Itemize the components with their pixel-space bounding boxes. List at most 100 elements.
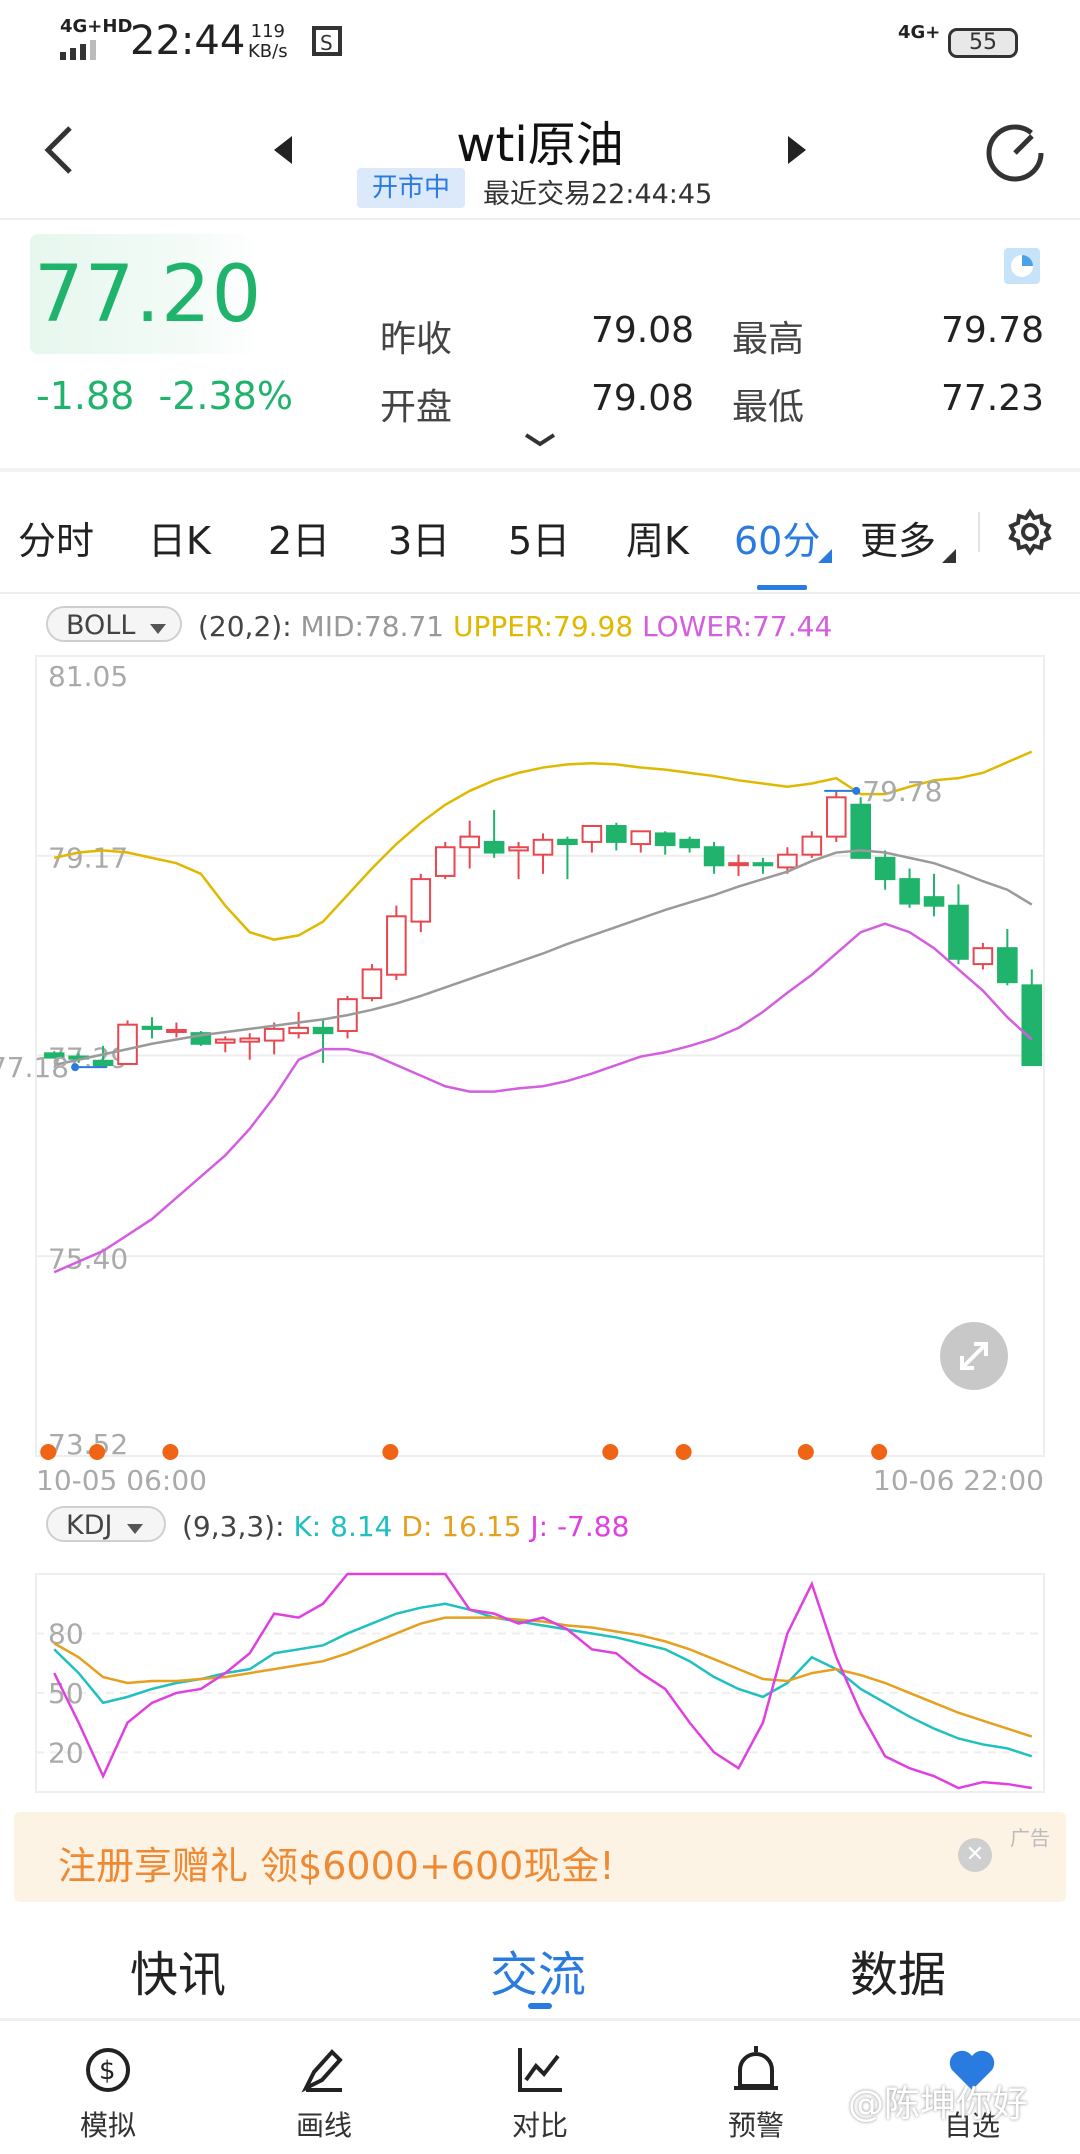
candle — [777, 853, 798, 869]
more-dropdown-icon — [942, 548, 956, 567]
min-label: 77.18 — [0, 1051, 69, 1084]
candle — [483, 840, 505, 854]
tab-discussion[interactable]: 交流 — [490, 1935, 586, 2005]
candle — [948, 904, 969, 960]
signal-icon — [60, 40, 104, 64]
tab-2-day[interactable]: 2日 — [268, 510, 330, 565]
fullscreen-button[interactable] — [940, 1322, 1008, 1390]
kdj-chart[interactable]: 80 50 20 — [0, 1560, 1080, 1800]
event-dot — [797, 1444, 814, 1460]
expand-chevron-icon[interactable] — [524, 432, 556, 452]
x-tick-label: 10-06 22:00 — [873, 1464, 1044, 1490]
max-marker-dot — [852, 786, 861, 795]
min-marker-dot — [71, 1063, 80, 1072]
x-tick-label: 10-05 06:00 — [36, 1464, 207, 1490]
speed-value: 119 — [250, 21, 285, 42]
nav-alert[interactable]: 预警 — [696, 2104, 816, 2144]
tab-3-day[interactable]: 3日 — [388, 510, 450, 565]
kdj-d-line — [53, 1616, 1033, 1738]
candle — [825, 796, 847, 838]
event-dot — [602, 1444, 619, 1460]
candle — [312, 1026, 334, 1035]
svg-text:$: $ — [99, 2056, 116, 2086]
expand-icon — [960, 1342, 988, 1370]
tab-news[interactable]: 快讯 — [130, 1935, 226, 2005]
ad-text[interactable]: 注册享赠礼 领$6000+600现金! — [58, 1835, 615, 1890]
candle — [557, 838, 578, 846]
candle — [459, 835, 480, 849]
candlestick-chart[interactable]: 81.0579.1777.2975.4073.5279.7877.1810-05… — [0, 640, 1080, 1490]
open-label: 开盘 — [380, 387, 453, 428]
candle — [679, 838, 700, 849]
max-label: 79.78 — [862, 775, 942, 808]
candle — [606, 824, 627, 843]
candle — [972, 947, 994, 966]
boll-params: (20,2): — [198, 610, 292, 643]
nav-compare[interactable]: 对比 — [480, 2104, 600, 2144]
candle — [728, 862, 749, 867]
indicator-selector-boll[interactable]: BOLL — [46, 606, 182, 642]
divider — [978, 512, 980, 552]
network-right: 4G+ — [898, 22, 941, 43]
compare-icon[interactable] — [480, 2040, 600, 2104]
y-tick-label: 80 — [48, 1617, 84, 1650]
tab-weekly-k[interactable]: 周K — [626, 510, 689, 565]
candle — [166, 1028, 187, 1033]
divider — [0, 468, 1080, 472]
nav-simulate[interactable]: 模拟 — [48, 2104, 168, 2144]
kdj-k: K: 8.14 — [293, 1510, 393, 1543]
alert-bell-icon[interactable] — [696, 2040, 816, 2104]
candle — [239, 1037, 261, 1043]
indicator-selector-kdj[interactable]: KDJ — [46, 1506, 166, 1542]
boll-lower: LOWER:77.44 — [642, 610, 833, 643]
simulate-icon[interactable]: $ — [48, 2040, 168, 2104]
settings-gear-icon[interactable] — [1006, 508, 1054, 560]
candle — [410, 878, 432, 923]
change-percent: -2.38% — [158, 374, 293, 418]
candle — [288, 1026, 309, 1035]
market-status-badge: 开市中 — [357, 168, 465, 208]
high-label: 最高 — [732, 319, 805, 360]
next-instrument-icon[interactable] — [786, 134, 808, 170]
candle — [92, 1059, 114, 1067]
watermark: @陈坤你好 — [848, 2084, 1029, 2125]
tab-daily-k[interactable]: 日K — [148, 510, 211, 565]
y-tick-label: 79.17 — [48, 842, 128, 875]
refresh-icon[interactable] — [982, 120, 1048, 190]
candle — [434, 846, 456, 877]
open-value: 79.08 — [590, 378, 694, 419]
nav-draw-line[interactable]: 画线 — [264, 2104, 384, 2144]
candle — [141, 1025, 163, 1030]
pie-chart-icon[interactable] — [1004, 248, 1040, 288]
high-value: 79.78 — [940, 310, 1044, 351]
ad-close-button[interactable]: ✕ — [958, 1838, 992, 1872]
event-dot — [871, 1444, 888, 1460]
boll-legend: (20,2): MID:78.71 UPPER:79.98 LOWER:77.4… — [198, 610, 832, 643]
tab-data[interactable]: 数据 — [850, 1935, 946, 2005]
y-tick-label: 50 — [48, 1677, 84, 1710]
event-dot — [382, 1444, 399, 1460]
prev-close-label: 昨收 — [380, 319, 453, 360]
candle — [117, 1023, 138, 1065]
tab-intraday[interactable]: 分时 — [18, 510, 94, 565]
candle — [923, 896, 945, 907]
draw-line-icon[interactable] — [264, 2040, 384, 2104]
divider — [0, 218, 1080, 220]
candle — [361, 968, 383, 1000]
candle — [654, 832, 676, 847]
candle — [997, 947, 1018, 984]
candle — [801, 835, 823, 856]
tab-60-min[interactable]: 60分 — [734, 510, 820, 565]
current-price: 77.20 — [34, 250, 263, 340]
kdj-d: D: 16.15 — [401, 1510, 522, 1543]
event-dot — [89, 1444, 106, 1460]
candle — [1021, 984, 1043, 1067]
candle — [263, 1027, 285, 1042]
boll-lower-line — [53, 922, 1033, 1274]
prev-close-value: 79.08 — [590, 310, 694, 351]
event-dot — [40, 1444, 57, 1460]
kdj-j: J: -7.88 — [530, 1510, 630, 1543]
tab-5-day[interactable]: 5日 — [508, 510, 570, 565]
low-value: 77.23 — [940, 378, 1044, 419]
tab-more[interactable]: 更多 — [860, 510, 936, 565]
